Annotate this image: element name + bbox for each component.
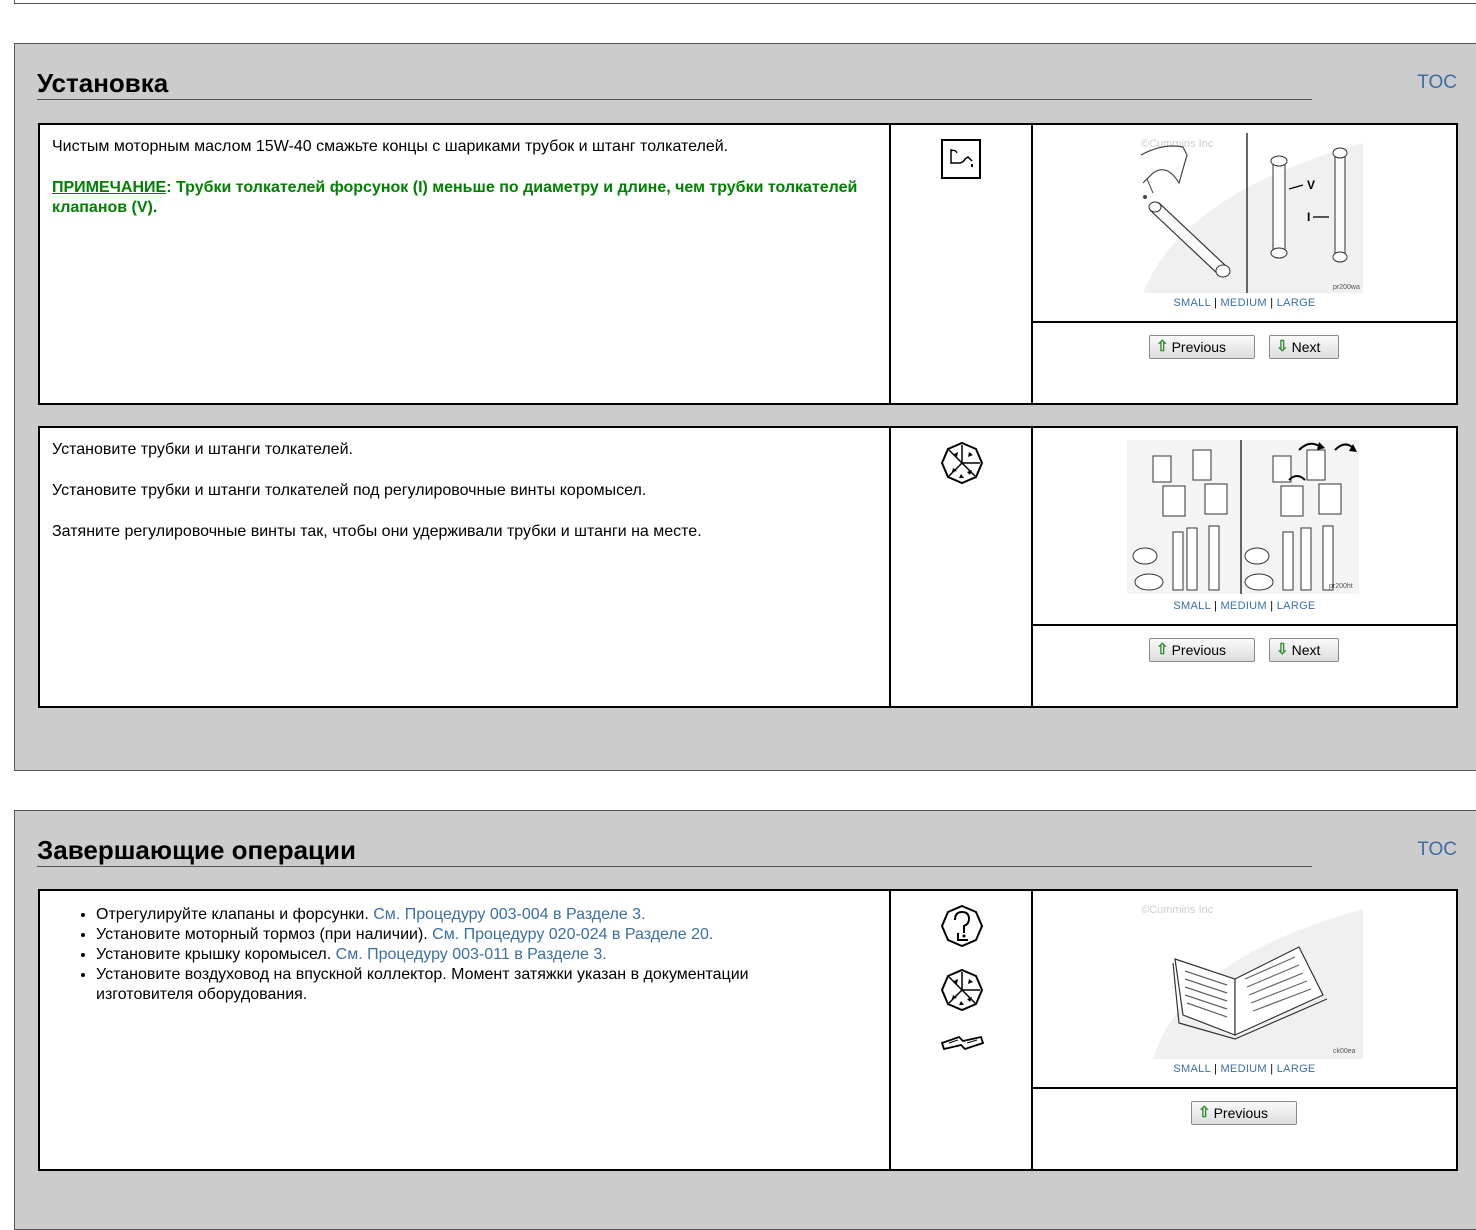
- step-instruction: Установите трубки и штанги толкателей по…: [52, 482, 647, 499]
- procedure-step: Отрегулируйте клапаны и форсунки. См. Пр…: [38, 889, 1458, 1171]
- reference-icon: [939, 903, 985, 954]
- previous-button[interactable]: ⇧ Previous: [1191, 1101, 1297, 1125]
- manual-icon: [939, 1031, 985, 1060]
- step-instruction: Чистым моторным маслом 15W-40 смажьте ко…: [52, 138, 729, 155]
- list-item: Установите моторный тормоз (при наличии)…: [96, 925, 877, 945]
- step-image-panel: pr200ht SMALL | MEDIUM | LARGE ⇧ Previous…: [1033, 428, 1456, 706]
- previous-section-frame: [14, 0, 1476, 4]
- section-title: Установка: [37, 68, 1312, 100]
- list-item-text: Установите воздуховод на впускной коллек…: [96, 966, 749, 1003]
- step-image-area: ©Cummins Inc V I pr200wa SMALL | MEDIUM …: [1033, 125, 1456, 323]
- arrow-up-icon: ⇧: [1156, 338, 1169, 355]
- step-instruction: Установите трубки и штанги толкателей.: [52, 441, 353, 458]
- size-small-link[interactable]: SMALL: [1173, 297, 1210, 309]
- next-button[interactable]: ⇩ Next: [1269, 335, 1339, 359]
- procedure-link[interactable]: См. Процедуру 003-011 в Разделе 3.: [336, 946, 607, 963]
- step-instruction: Затяните регулировочные винты так, чтобы…: [52, 523, 702, 540]
- image-size-links: SMALL | MEDIUM | LARGE: [1173, 600, 1316, 612]
- procedure-link[interactable]: См. Процедуру 003-004 в Разделе 3.: [373, 906, 645, 923]
- size-medium-link[interactable]: MEDIUM: [1220, 1063, 1266, 1075]
- step-icons: [891, 891, 1033, 1169]
- size-small-link[interactable]: SMALL: [1173, 1063, 1210, 1075]
- next-button[interactable]: ⇩ Next: [1269, 638, 1339, 662]
- install-icon: [939, 440, 985, 491]
- step-icons: [891, 125, 1033, 403]
- label-v: V: [1307, 178, 1315, 192]
- image-code: pr200ht: [1329, 583, 1353, 590]
- step-image-area: ©Cummins Inc ck00ea SMALL | MEDIUM | LAR…: [1033, 891, 1456, 1089]
- valve-train-illustration[interactable]: pr200ht: [1123, 436, 1363, 598]
- size-large-link[interactable]: LARGE: [1277, 297, 1316, 309]
- arrow-up-icon: ⇧: [1156, 641, 1169, 658]
- section-finishing-steps: Завершающие операции TOC Отрегулируйте к…: [14, 810, 1476, 1230]
- step-text: Отрегулируйте клапаны и форсунки. См. Пр…: [40, 891, 891, 1169]
- arrow-down-icon: ⇩: [1276, 641, 1289, 658]
- note-text: : Трубки толкателей форсунок (I) меньше …: [52, 179, 858, 216]
- arrow-up-icon: ⇧: [1198, 1104, 1211, 1121]
- step-image-area: pr200ht SMALL | MEDIUM | LARGE: [1033, 428, 1456, 626]
- previous-button-label: Previous: [1213, 1105, 1269, 1121]
- step-text: Установите трубки и штанги толкателей. У…: [40, 428, 891, 706]
- image-code: pr200wa: [1333, 284, 1360, 291]
- image-watermark: ©Cummins Inc: [1141, 138, 1214, 150]
- step-text: Чистым моторным маслом 15W-40 смажьте ко…: [40, 125, 891, 403]
- section-installation: Установка TOC Чистым моторным маслом 15W…: [14, 43, 1476, 771]
- toc-link[interactable]: TOC: [1417, 72, 1457, 94]
- list-item-text: Установите крышку коромысел.: [96, 946, 336, 963]
- procedure-step: Установите трубки и штанги толкателей. У…: [38, 426, 1458, 708]
- arrow-down-icon: ⇩: [1276, 338, 1289, 355]
- previous-button[interactable]: ⇧ Previous: [1149, 638, 1255, 662]
- section-title: Завершающие операции: [37, 835, 1312, 867]
- next-button-label: Next: [1291, 642, 1321, 658]
- step-image-panel: ©Cummins Inc V I pr200wa SMALL | MEDIUM …: [1033, 125, 1456, 403]
- step-navigation: ⇧ Previous: [1033, 1089, 1456, 1169]
- image-size-links: SMALL | MEDIUM | LARGE: [1173, 1063, 1316, 1075]
- image-watermark: ©Cummins Inc: [1141, 904, 1214, 916]
- pushrod-illustration[interactable]: ©Cummins Inc V I pr200wa: [1123, 133, 1363, 295]
- size-medium-link[interactable]: MEDIUM: [1220, 600, 1266, 612]
- note-label: ПРИМЕЧАНИЕ: [52, 179, 167, 196]
- finishing-list: Отрегулируйте клапаны и форсунки. См. Пр…: [52, 905, 877, 1005]
- procedure-step: Чистым моторным маслом 15W-40 смажьте ко…: [38, 123, 1458, 405]
- step-icons: [891, 428, 1033, 706]
- previous-button-label: Previous: [1171, 642, 1227, 658]
- step-navigation: ⇧ Previous ⇩ Next: [1033, 323, 1456, 403]
- procedure-link[interactable]: См. Процедуру 020-024 в Разделе 20.: [432, 926, 713, 943]
- oil-can-icon: [941, 139, 981, 184]
- step-image-panel: ©Cummins Inc ck00ea SMALL | MEDIUM | LAR…: [1033, 891, 1456, 1169]
- next-button-label: Next: [1291, 339, 1321, 355]
- image-code: ck00ea: [1333, 1048, 1356, 1055]
- list-item: Отрегулируйте клапаны и форсунки. См. Пр…: [96, 905, 877, 925]
- label-i: I: [1307, 210, 1310, 224]
- list-item-text: Установите моторный тормоз (при наличии)…: [96, 926, 433, 943]
- install-icon: [939, 967, 985, 1018]
- list-item: Установите воздуховод на впускной коллек…: [96, 965, 816, 1005]
- list-item: Установите крышку коромысел. См. Процеду…: [96, 945, 877, 965]
- list-item-text: Отрегулируйте клапаны и форсунки.: [96, 906, 374, 923]
- image-size-links: SMALL | MEDIUM | LARGE: [1173, 297, 1316, 309]
- toc-link[interactable]: TOC: [1417, 839, 1457, 861]
- size-medium-link[interactable]: MEDIUM: [1220, 297, 1266, 309]
- previous-button-label: Previous: [1171, 339, 1227, 355]
- step-note: ПРИМЕЧАНИЕ: Трубки толкателей форсунок (…: [52, 178, 877, 218]
- size-large-link[interactable]: LARGE: [1277, 1063, 1316, 1075]
- previous-button[interactable]: ⇧ Previous: [1149, 335, 1255, 359]
- step-navigation: ⇧ Previous ⇩ Next: [1033, 626, 1456, 706]
- manual-illustration[interactable]: ©Cummins Inc ck00ea: [1123, 899, 1363, 1061]
- size-large-link[interactable]: LARGE: [1277, 600, 1316, 612]
- size-small-link[interactable]: SMALL: [1173, 600, 1210, 612]
